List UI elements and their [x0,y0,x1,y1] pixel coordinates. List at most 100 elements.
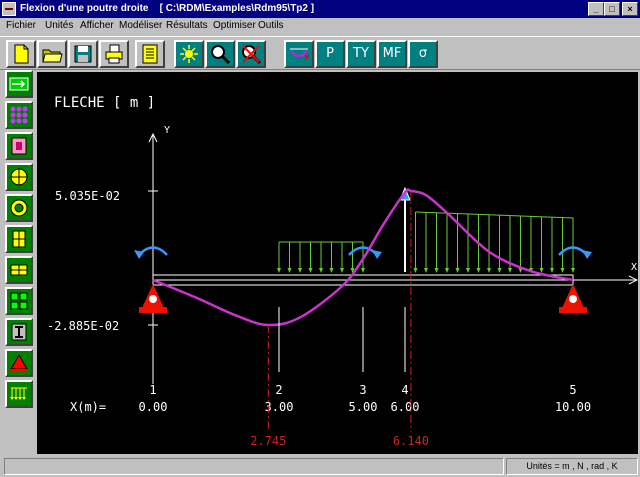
load-arrowhead [434,268,439,273]
zoom-button[interactable] [205,40,235,68]
sun-button[interactable] [174,40,204,68]
load-arrowhead [319,268,323,273]
node-label: 2 [275,383,282,397]
ibeam-section-button[interactable] [5,256,33,284]
left-toolbar [0,70,36,455]
menu-bar: Fichier Unités Afficher Modéliser Résult… [0,18,640,34]
minimize-button[interactable]: _ [588,2,604,16]
load-button[interactable] [5,318,33,346]
node-x-value: 5.00 [349,400,378,414]
node-x-value: 6.00 [391,400,420,414]
load-arrowhead [413,268,418,273]
moment-arrowhead [372,250,382,259]
notes-icon [142,44,158,64]
menu-optimiser[interactable]: Optimiser [213,20,256,31]
deflection-plot: FLECHE [ m ] Y X 5.035E-02 -2.885E-02 X(… [47,95,638,448]
menu-modeliser[interactable]: Modéliser [119,20,162,31]
menu-fichier[interactable]: Fichier [6,20,36,31]
nodes-button[interactable] [5,101,33,129]
rect-section-icon [12,230,26,248]
grid-section-icon [10,292,28,310]
menu-afficher[interactable]: Afficher [80,20,114,31]
ring-section-icon [10,199,28,217]
result-ty-button[interactable]: TY [346,40,376,68]
nodes-icon [10,106,28,124]
beam-definition-button[interactable] [5,70,33,98]
support-base [139,307,167,313]
load-arrowhead [340,268,344,273]
units-indicator: Unités = m , N , rad , K [506,458,638,475]
toolbar: P TY MF σ [0,36,640,70]
app-icon[interactable] [2,2,16,16]
result-sigma-label: σ [418,46,428,61]
circle-section-button[interactable] [5,163,33,191]
maximize-button[interactable]: □ [604,2,620,16]
load-arrowhead [277,268,281,273]
no-zoom-button[interactable] [236,40,266,68]
load-arrowhead [487,268,491,273]
node-label: 1 [149,383,156,397]
zoom-icon [211,45,231,65]
x-row-label: X(m)= [70,400,106,414]
deformed-beam-button[interactable] [284,40,314,68]
support-pin [569,295,577,303]
close-button[interactable]: × [622,2,638,16]
rect-section-button[interactable] [5,225,33,253]
menu-unites[interactable]: Unités [45,20,73,31]
print-icon [105,44,123,64]
save-disk-icon [74,45,92,63]
load-arrowhead [497,268,502,273]
load-icon [11,323,27,341]
menu-resultats[interactable]: Résultats [166,20,208,31]
y-min-label: -2.885E-02 [47,319,119,333]
support-pin [149,295,157,303]
load-arrowhead [539,268,544,273]
result-mf-button[interactable]: MF [377,40,407,68]
node-x-value: 10.00 [555,400,591,414]
window-title: Flexion d'une poutre droite [ C:\RDM\Exa… [20,3,315,14]
load-arrowhead [445,268,449,273]
ibeam-section-icon [10,264,28,276]
result-sigma-button[interactable]: σ [408,40,438,68]
notes-button[interactable] [135,40,165,68]
ring-section-button[interactable] [5,194,33,222]
result-mf-label: MF [382,46,402,61]
node-label: 3 [359,383,366,397]
distributed-load-icon [10,387,27,400]
extremum-x-label: 2.745 [250,434,286,448]
load-arrowhead [550,268,554,273]
moment-arrowhead [582,250,592,259]
section-button[interactable] [5,132,33,160]
deformed-beam-icon [290,48,309,60]
load-arrowhead [508,268,512,273]
open-button[interactable] [37,40,67,68]
status-message-panel [4,458,504,475]
new-file-button[interactable] [6,40,36,68]
section-icon [11,137,27,155]
plot-canvas[interactable]: FLECHE [ m ] Y X 5.035E-02 -2.885E-02 X(… [37,72,638,454]
menu-outils[interactable]: Outils [258,20,284,31]
distributed-load-button[interactable] [5,380,33,408]
support-button[interactable] [5,349,33,377]
node-label: 4 [401,383,408,397]
print-button[interactable] [99,40,129,68]
grid-section-button[interactable] [5,287,33,315]
load-arrowhead [476,268,481,273]
result-ty-label: TY [353,46,369,61]
load-line [415,211,574,219]
no-zoom-icon [242,45,262,65]
load-arrowhead [329,268,334,273]
load-arrowhead [308,268,313,273]
title-bar: Flexion d'une poutre droite [ C:\RDM\Exa… [0,0,640,18]
load-arrowhead [455,268,460,273]
extremum-x-label: 6.140 [393,434,429,448]
load-arrowhead [424,268,428,273]
load-arrowhead [466,268,470,273]
result-p-button[interactable]: P [315,40,345,68]
node-x-value: 3.00 [265,400,294,414]
circle-section-icon [10,168,28,186]
node-label: 5 [569,383,576,397]
load-arrowhead [361,268,365,273]
save-button[interactable] [68,40,98,68]
load-arrowhead [287,268,292,273]
